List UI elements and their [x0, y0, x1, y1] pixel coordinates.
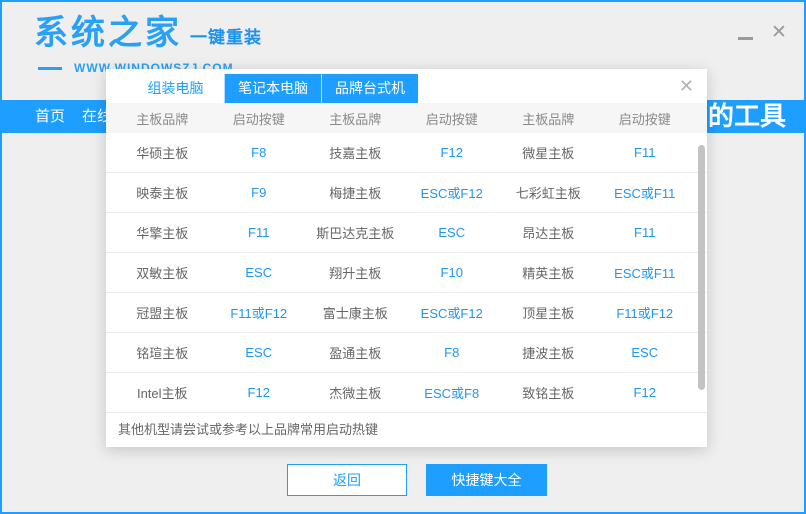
brand-cell: 铭瑄主板: [136, 346, 189, 361]
brand-cell: 华擎主板: [136, 226, 189, 241]
nav-slogan-text: 的工具: [707, 101, 786, 131]
boot-key-dialog: 组装电脑 笔记本电脑 品牌台式机 ✕ 主板品牌 启动按键 主板品牌 启动按键 主板品牌 启动按…: [106, 69, 707, 447]
boot-key-cell: F10: [440, 265, 463, 280]
boot-key-cell: ESC或F12: [420, 186, 483, 201]
brand-cell: 精英主板: [522, 266, 575, 281]
brand-cell: 梅捷主板: [329, 186, 382, 201]
boot-key-cell: ESC: [631, 345, 659, 360]
brand-cell: 翔升主板: [329, 266, 382, 281]
brand-cell: 致铭主板: [522, 386, 575, 401]
brand-cell: 昂达主板: [522, 226, 575, 241]
boot-key-cell: F11: [248, 225, 270, 240]
brand-cell: 冠盟主板: [136, 306, 189, 321]
tab-1[interactable]: 笔记本电脑: [224, 74, 321, 103]
table-row: 映泰主板 F9 梅捷主板 ESC或F12 七彩虹主板 ESC或F11: [106, 173, 707, 213]
boot-key-cell: ESC或F11: [614, 266, 676, 281]
table-row: 华擎主板 F11 斯巴达克主板 ESC 昂达主板 F11: [106, 213, 707, 253]
boot-key-cell: F12: [633, 385, 656, 400]
table-row: 双敏主板 ESC 翔升主板 F10 精英主板 ESC或F11: [106, 253, 707, 293]
table-header-cell: 主板品牌: [329, 111, 382, 127]
boot-key-cell: F12: [247, 385, 270, 400]
brand-cell: 技嘉主板: [329, 146, 382, 161]
boot-key-cell: F8: [444, 345, 460, 360]
boot-key-cell: F11: [634, 145, 656, 160]
brand-cell: 富士康主板: [322, 306, 388, 321]
brand-cell: Intel主板: [136, 386, 188, 401]
boot-key-cell: ESC: [438, 225, 466, 240]
boot-key-cell: ESC或F12: [420, 306, 483, 321]
boot-key-cell: ESC或F8: [424, 386, 480, 401]
hotkeys-button[interactable]: 快捷键大全: [426, 464, 547, 496]
app-window: 系统之家 一键重装 WWW.WINDOWSZJ.COM ✕ 首页 在线重装 的工…: [0, 0, 806, 514]
minimize-icon: [737, 37, 753, 40]
brand-cell: 捷波主板: [522, 346, 575, 361]
brand-cell: 华硕主板: [136, 146, 189, 161]
brand-cell: 斯巴达克主板: [316, 226, 395, 241]
minimize-button[interactable]: [734, 22, 756, 44]
table-header-row: 主板品牌 启动按键 主板品牌 启动按键 主板品牌 启动按键: [106, 103, 707, 133]
window-controls: ✕: [734, 22, 790, 44]
dash-icon: [38, 66, 62, 70]
dialog-footer: 返回 快捷键大全: [2, 464, 804, 496]
table-row: 铭瑄主板 ESC 盈通主板 F8 捷波主板 ESC: [106, 333, 707, 373]
table-header-cell: 启动按键: [232, 111, 285, 127]
boot-key-cell: ESC: [245, 265, 273, 280]
tab-0[interactable]: 组装电脑: [127, 74, 224, 103]
brand-cell: 双敏主板: [136, 266, 189, 281]
brand-cell: 顶星主板: [522, 306, 575, 321]
dialog-tabs: 组装电脑 笔记本电脑 品牌台式机: [127, 74, 418, 103]
logo-suffix: 一键重装: [190, 28, 262, 47]
table-header-cell: 启动按键: [618, 111, 671, 127]
back-button[interactable]: 返回: [287, 464, 407, 496]
boot-key-cell: F8: [251, 145, 267, 160]
window-close-button[interactable]: ✕: [768, 22, 790, 44]
boot-key-cell: ESC: [245, 345, 273, 360]
table-header-cell: 主板品牌: [522, 111, 575, 127]
boot-key-cell: F12: [440, 145, 463, 160]
boot-key-cell: F11或F12: [230, 306, 288, 321]
brand-cell: 微星主板: [522, 146, 575, 161]
boot-key-cell: F9: [251, 185, 267, 200]
scrollbar-thumb[interactable]: [698, 145, 705, 390]
brand-cell: 七彩虹主板: [515, 186, 581, 201]
boot-key-cell: F11或F12: [616, 306, 674, 321]
brand-cell: 映泰主板: [136, 186, 189, 201]
table-header-cell: 主板品牌: [136, 111, 189, 127]
nav-item-home[interactable]: 首页: [35, 100, 65, 133]
brand-cell: 杰微主板: [329, 386, 382, 401]
logo-text: 系统之家: [34, 14, 182, 52]
table-header-cell: 启动按键: [425, 111, 478, 127]
table-note: 其他机型请尝试或参考以上品牌常用启动热键: [106, 413, 707, 447]
tab-2[interactable]: 品牌台式机: [321, 74, 418, 103]
brand-cell: 盈通主板: [329, 346, 382, 361]
boot-key-cell: F11: [634, 225, 656, 240]
logo: 系统之家 一键重装: [34, 16, 262, 50]
table-row: Intel主板 F12 杰微主板 ESC或F8 致铭主板 F12: [106, 373, 707, 413]
table-row: 冠盟主板 F11或F12 富士康主板 ESC或F12 顶星主板 F11或F12: [106, 293, 707, 333]
boot-key-cell: ESC或F11: [614, 186, 676, 201]
dialog-close-button[interactable]: ✕: [679, 77, 694, 95]
table-row: 华硕主板 F8 技嘉主板 F12 微星主板 F11: [106, 133, 707, 173]
table-body: 华硕主板 F8 技嘉主板 F12 微星主板 F11 映泰主板 F9 梅捷主板 ESC或F12 七彩虹…: [106, 133, 707, 413]
